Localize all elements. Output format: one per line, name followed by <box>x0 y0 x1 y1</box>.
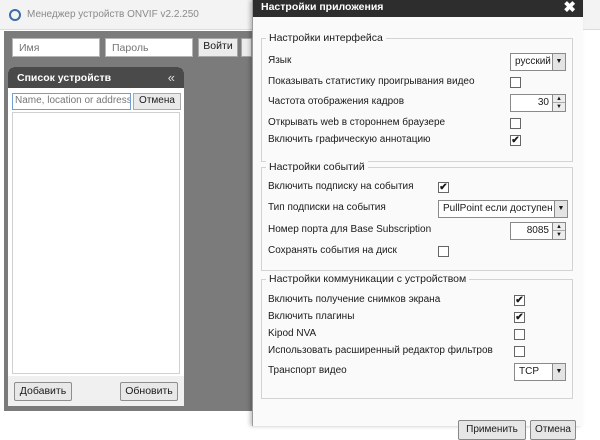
language-label: Язык <box>268 55 292 66</box>
transport-select[interactable]: TCP ▼ <box>514 363 566 381</box>
subscription-type-value: PullPoint если доступен <box>443 203 553 214</box>
open-web-checkbox[interactable] <box>510 118 521 129</box>
password-input[interactable] <box>105 38 193 57</box>
transport-label: Транспорт видео <box>268 365 347 376</box>
subscription-type-row: Тип подписки на события PullPoint если д… <box>268 200 568 218</box>
open-web-row: Открывать web в стороннем браузере <box>268 115 566 133</box>
spin-down-icon[interactable]: ▼ <box>553 231 565 239</box>
save-events-checkbox[interactable] <box>438 246 449 257</box>
communication-settings-group: Настройки коммуникации с устройством Вкл… <box>261 273 573 399</box>
frame-rate-value: 30 <box>537 97 549 108</box>
open-web-label: Открывать web в стороннем браузере <box>268 117 446 128</box>
advanced-filter-row: Использовать расширенный редактор фильтр… <box>268 343 566 361</box>
device-list-title: Список устройств <box>17 72 112 84</box>
subscribe-checkbox[interactable]: ✔ <box>438 182 449 193</box>
device-list-footer: Добавить Обновить <box>8 376 184 406</box>
interface-settings-group: Настройки интерфейса Язык русский ▼ Пока… <box>261 32 573 162</box>
app-logo-icon <box>9 9 21 21</box>
snapshots-checkbox[interactable]: ✔ <box>514 295 525 306</box>
graphic-annotation-checkbox[interactable]: ✔ <box>510 135 521 146</box>
language-select[interactable]: русский ▼ <box>510 53 566 71</box>
device-list-area[interactable] <box>12 112 180 374</box>
plugins-label: Включить плагины <box>268 311 355 322</box>
language-value: русский <box>515 56 551 67</box>
show-stats-checkbox[interactable] <box>510 77 521 88</box>
kipod-row: Kipod NVA <box>268 326 566 344</box>
spin-up-icon[interactable]: ▲ <box>553 223 565 231</box>
frame-rate-row: Частота отображения кадров 30 ▲ ▼ <box>268 94 566 112</box>
collapse-icon[interactable]: « <box>168 70 175 85</box>
login-options-button[interactable] <box>241 38 252 57</box>
dialog-body: Настройки интерфейса Язык русский ▼ Пока… <box>253 17 583 440</box>
dialog-titlebar: Настройки приложения ✖ <box>253 0 583 17</box>
spin-down-icon[interactable]: ▼ <box>553 103 565 111</box>
port-spin-buttons: ▲ ▼ <box>552 223 565 239</box>
event-settings-title: Настройки событий <box>266 161 368 173</box>
kipod-checkbox[interactable] <box>514 329 525 340</box>
refresh-button[interactable]: Обновить <box>120 382 178 401</box>
save-events-row: Сохранять события на диск <box>268 243 566 261</box>
device-list-header: Список устройств « <box>8 67 184 88</box>
language-row: Язык русский ▼ <box>268 53 566 71</box>
chevron-down-icon: ▼ <box>552 54 565 70</box>
transport-row: Транспорт видео TCP ▼ <box>268 363 566 381</box>
subscribe-row: Включить подписку на события ✔ <box>268 179 566 197</box>
event-settings-group: Настройки событий Включить подписку на с… <box>261 161 573 271</box>
save-events-label: Сохранять события на диск <box>268 245 397 256</box>
close-icon[interactable]: ✖ <box>563 0 576 16</box>
kipod-label: Kipod NVA <box>268 328 317 339</box>
dialog-title: Настройки приложения <box>261 1 384 13</box>
graphic-annotation-label: Включить графическую аннотацию <box>268 134 431 145</box>
subscription-type-label: Тип подписки на события <box>268 202 386 213</box>
frame-rate-spin-buttons: ▲ ▼ <box>552 95 565 111</box>
port-value: 8085 <box>526 225 549 236</box>
device-list-panel: Список устройств « Name, location or add… <box>8 67 184 406</box>
subscription-type-select[interactable]: PullPoint если доступен ▼ <box>438 200 568 218</box>
port-row: Номер порта для Base Subscription 8085 ▲… <box>268 222 566 240</box>
settings-dialog: Настройки приложения ✖ Настройки интерфе… <box>252 0 583 440</box>
advanced-filter-checkbox[interactable] <box>514 346 525 357</box>
show-stats-label: Показывать статистику проигрывания видео <box>268 76 475 87</box>
apply-button[interactable]: Применить <box>458 420 526 440</box>
port-label: Номер порта для Base Subscription <box>268 224 432 235</box>
transport-value: TCP <box>519 366 539 377</box>
dialog-cancel-button[interactable]: Отмена <box>530 420 576 440</box>
device-search-row: Name, location or address Отмена <box>12 93 181 110</box>
interface-settings-title: Настройки интерфейса <box>266 32 386 44</box>
chevron-down-icon: ▼ <box>554 201 567 217</box>
frame-rate-label: Частота отображения кадров <box>268 96 405 107</box>
frame-rate-stepper[interactable]: 30 ▲ ▼ <box>510 94 566 112</box>
search-cancel-button[interactable]: Отмена <box>133 93 181 110</box>
plugins-checkbox[interactable]: ✔ <box>514 312 525 323</box>
chevron-down-icon: ▼ <box>552 364 565 380</box>
subscribe-label: Включить подписку на события <box>268 181 414 192</box>
snapshots-row: Включить получение снимков экрана ✔ <box>268 292 566 310</box>
login-button[interactable]: Войти <box>198 38 238 57</box>
app-title: Менеджер устройств ONVIF v2.2.250 <box>27 9 199 20</box>
graphic-annotation-row: Включить графическую аннотацию ✔ <box>268 132 566 150</box>
plugins-row: Включить плагины ✔ <box>268 309 566 327</box>
port-stepper[interactable]: 8085 ▲ ▼ <box>510 222 566 240</box>
show-stats-row: Показывать статистику проигрывания видео <box>268 74 566 92</box>
device-search-input[interactable]: Name, location or address <box>12 93 131 110</box>
spin-up-icon[interactable]: ▲ <box>553 95 565 103</box>
add-device-button[interactable]: Добавить <box>14 382 72 401</box>
name-input[interactable] <box>12 38 100 57</box>
snapshots-label: Включить получение снимков экрана <box>268 294 441 305</box>
advanced-filter-label: Использовать расширенный редактор фильтр… <box>268 345 493 356</box>
communication-settings-title: Настройки коммуникации с устройством <box>266 273 470 285</box>
